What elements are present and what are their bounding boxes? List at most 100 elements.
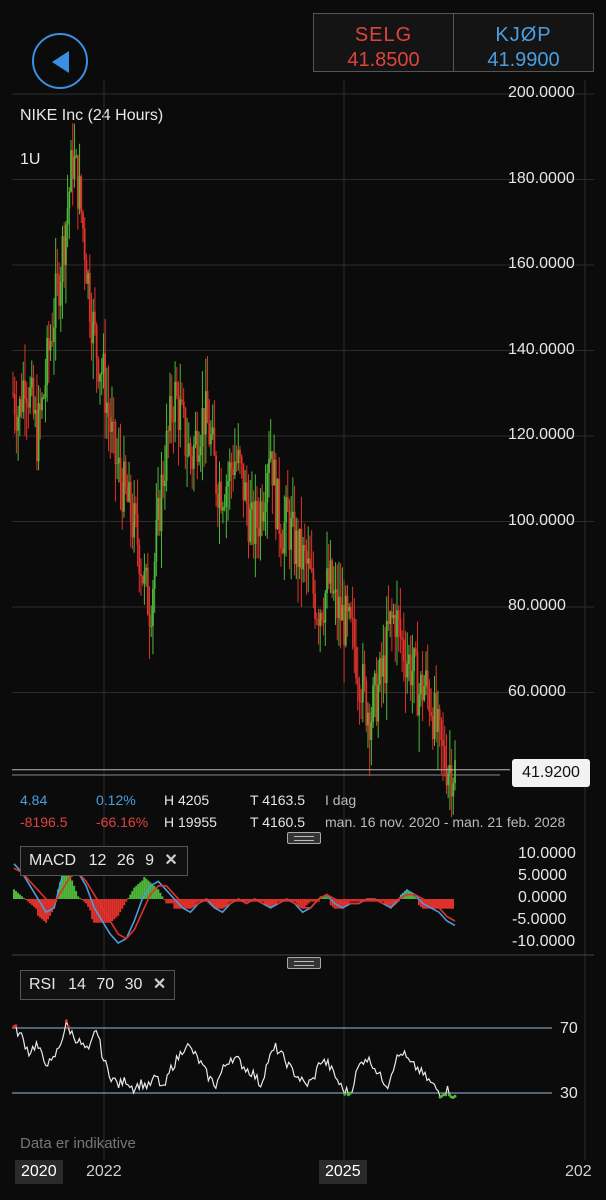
candle-body bbox=[124, 461, 127, 487]
macd-indicator-tag[interactable]: MACD 12 26 9 ✕ bbox=[20, 846, 188, 876]
macd-histogram-bar bbox=[265, 899, 268, 906]
macd-histogram-bar bbox=[139, 882, 142, 899]
candle-body bbox=[331, 560, 334, 594]
candle-body bbox=[92, 311, 95, 344]
candle-body bbox=[240, 456, 243, 464]
candle-body bbox=[213, 427, 216, 456]
candle-body bbox=[83, 228, 86, 260]
x-label-2025: 2025 bbox=[319, 1160, 367, 1184]
candle-body bbox=[361, 664, 364, 703]
candle-body bbox=[152, 588, 154, 627]
candle-body bbox=[392, 615, 395, 619]
macd-signal-line bbox=[13, 867, 456, 940]
candle-body bbox=[42, 397, 45, 399]
macd-histogram-bar bbox=[305, 899, 308, 906]
macd-histogram-bar bbox=[351, 899, 354, 902]
current-price-tag: 41.9200 bbox=[512, 759, 590, 787]
candle-body bbox=[82, 212, 84, 229]
remove-rsi-close-icon[interactable]: ✕ bbox=[153, 976, 166, 993]
macd-histogram-bar bbox=[137, 884, 140, 899]
candle-body bbox=[264, 502, 267, 512]
candle-body bbox=[423, 685, 426, 701]
rsi-overbought-mark bbox=[66, 1025, 70, 1029]
candle-body bbox=[206, 391, 209, 423]
macd-histogram-bar bbox=[153, 885, 156, 899]
candle-body bbox=[182, 401, 185, 409]
candle-body bbox=[293, 511, 296, 565]
candle-body bbox=[310, 568, 313, 570]
rsi-indicator-tag[interactable]: RSI 14 70 30 ✕ bbox=[20, 970, 175, 1000]
candle-body bbox=[443, 745, 446, 769]
candle-body bbox=[35, 409, 38, 462]
resize-handle-macd[interactable] bbox=[287, 832, 321, 844]
candle-body bbox=[94, 311, 96, 326]
macd-histogram-bar bbox=[35, 899, 38, 909]
resize-handle-rsi[interactable] bbox=[287, 957, 321, 969]
candle-body bbox=[314, 593, 316, 619]
macd-tick-label: 5.0000 bbox=[518, 867, 567, 884]
remove-macd-close-icon[interactable]: ✕ bbox=[164, 852, 177, 869]
candle-body bbox=[261, 501, 264, 522]
candle-body bbox=[117, 457, 120, 464]
macd-histogram-bar bbox=[385, 899, 388, 906]
candle-body bbox=[290, 518, 293, 550]
macd-histogram-bar bbox=[217, 899, 220, 909]
candle-body bbox=[112, 421, 115, 423]
candle-body bbox=[215, 455, 217, 494]
candle-body bbox=[435, 693, 438, 732]
candle-body bbox=[266, 473, 269, 503]
candle-body bbox=[346, 595, 349, 612]
price-tick-label: 160.0000 bbox=[508, 255, 575, 272]
candle-body bbox=[343, 605, 345, 646]
candle-body bbox=[51, 341, 54, 343]
candle-body bbox=[199, 446, 202, 456]
macd-histogram-bar bbox=[51, 899, 54, 913]
candle-body bbox=[216, 493, 219, 508]
candle-body bbox=[411, 671, 414, 686]
candle-body bbox=[437, 709, 439, 732]
macd-histogram-bar bbox=[307, 899, 310, 904]
candle-body bbox=[174, 381, 177, 422]
candle-body bbox=[254, 500, 257, 544]
candle-body bbox=[425, 670, 427, 686]
candle-body bbox=[34, 409, 37, 414]
macd-histogram-bar bbox=[83, 899, 86, 902]
candle-body bbox=[189, 443, 192, 456]
macd-histogram-bar bbox=[157, 889, 160, 899]
candle-body bbox=[297, 530, 299, 568]
candle-body bbox=[396, 610, 398, 638]
candle-body bbox=[114, 421, 117, 465]
macd-histogram-bar bbox=[125, 899, 128, 902]
candle-body bbox=[406, 664, 409, 678]
candle-body bbox=[244, 482, 246, 501]
candle-body bbox=[256, 500, 258, 528]
candle-body bbox=[12, 393, 14, 395]
macd-histogram-bar bbox=[261, 899, 264, 902]
candle-body bbox=[140, 573, 142, 577]
candle-body bbox=[225, 486, 228, 507]
macd-histogram-bar bbox=[355, 899, 358, 902]
macd-histogram-bar bbox=[77, 896, 80, 899]
candle-body bbox=[348, 606, 351, 612]
candle-body bbox=[66, 208, 69, 225]
candle-body bbox=[295, 530, 298, 565]
stat-total-change-pct: -66.16% bbox=[96, 814, 149, 830]
macd-histogram-bar bbox=[131, 891, 134, 899]
candle-body bbox=[230, 462, 233, 469]
rsi-oversold-mark bbox=[343, 1092, 347, 1096]
candle-body bbox=[211, 427, 214, 435]
candle-body bbox=[280, 533, 282, 549]
candle-body bbox=[181, 399, 183, 402]
candle-body bbox=[414, 648, 417, 652]
candle-body bbox=[208, 422, 211, 445]
rsi-param-oversold: 30 bbox=[124, 976, 143, 993]
macd-histogram-bar bbox=[295, 899, 298, 904]
candle-body bbox=[30, 377, 33, 388]
candle-body bbox=[368, 712, 371, 740]
candle-body bbox=[160, 474, 163, 532]
candle-body bbox=[382, 655, 385, 677]
rsi-tick-30: 30 bbox=[560, 1085, 578, 1102]
candle-body bbox=[162, 474, 165, 487]
candle-body bbox=[198, 455, 200, 462]
candle-body bbox=[353, 618, 356, 648]
